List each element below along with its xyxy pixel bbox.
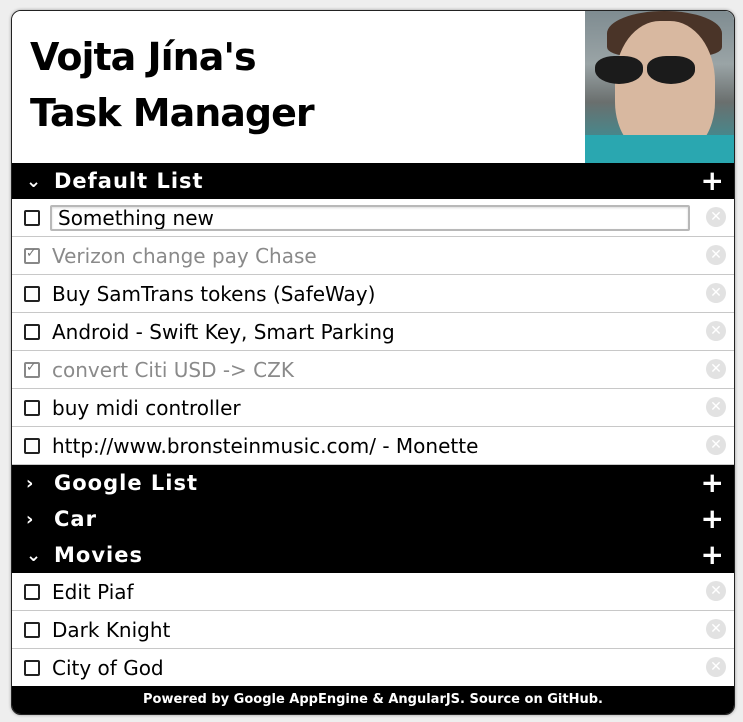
title-line-1: Vojta Jína's <box>30 35 257 79</box>
task-label[interactable]: Buy SamTrans tokens (SafeWay) <box>52 282 375 306</box>
title-line-2: Task Manager <box>30 91 315 135</box>
add-task-icon[interactable]: + <box>701 467 724 499</box>
task-row: Buy SamTrans tokens (SafeWay) ✕ <box>12 275 734 313</box>
delete-task-icon[interactable]: ✕ <box>706 245 726 265</box>
task-checkbox[interactable] <box>24 621 40 638</box>
chevron-down-icon[interactable]: ⌄ <box>26 545 44 566</box>
task-row: convert Citi USD -> CZK ✕ <box>12 351 734 389</box>
list-header[interactable]: › Google List + <box>12 465 734 501</box>
profile-photo <box>585 11 734 163</box>
list-name[interactable]: Google List <box>54 471 198 495</box>
list-name[interactable]: Movies <box>54 543 143 567</box>
task-row: Dark Knight ✕ <box>12 611 734 649</box>
task-row: Android - Swift Key, Smart Parking ✕ <box>12 313 734 351</box>
list-header[interactable]: ⌄ Movies + <box>12 537 734 573</box>
task-checkbox[interactable] <box>24 323 40 340</box>
task-label[interactable]: Verizon change pay Chase <box>52 244 317 268</box>
delete-task-icon[interactable]: ✕ <box>706 359 726 379</box>
task-label[interactable]: Dark Knight <box>52 618 170 642</box>
chevron-right-icon[interactable]: › <box>26 509 44 530</box>
task-row: buy midi controller ✕ <box>12 389 734 427</box>
lists-container: ⌄ Default List + ✕ Verizon change pay Chase ✕… <box>12 163 734 686</box>
delete-task-icon[interactable]: ✕ <box>706 619 726 639</box>
list-name[interactable]: Car <box>54 507 97 531</box>
task-checkbox[interactable] <box>24 246 40 264</box>
task-edit-input[interactable] <box>50 204 690 231</box>
add-task-icon[interactable]: + <box>701 539 724 571</box>
task-label[interactable]: convert Citi USD -> CZK <box>52 358 294 382</box>
delete-task-icon[interactable]: ✕ <box>706 435 726 455</box>
task-row: Verizon change pay Chase ✕ <box>12 237 734 275</box>
chevron-down-icon[interactable]: ⌄ <box>26 171 44 192</box>
delete-task-icon[interactable]: ✕ <box>706 321 726 341</box>
task-checkbox[interactable] <box>24 659 40 676</box>
delete-task-icon[interactable]: ✕ <box>706 207 726 227</box>
task-label[interactable]: City of God <box>52 656 164 680</box>
footer: Powered by Google AppEngine & AngularJS.… <box>12 686 734 714</box>
task-checkbox[interactable] <box>24 360 40 378</box>
task-manager-app: Vojta Jína's Task Manager ⌄ Default List +… <box>11 10 735 715</box>
header: Vojta Jína's Task Manager <box>12 11 734 163</box>
task-checkbox[interactable] <box>24 583 40 600</box>
task-label[interactable]: buy midi controller <box>52 396 241 420</box>
add-task-icon[interactable]: + <box>701 165 724 197</box>
task-label[interactable]: http://www.bronsteinmusic.com/ - Monette <box>52 434 478 458</box>
task-checkbox[interactable] <box>24 399 40 416</box>
task-row: http://www.bronsteinmusic.com/ - Monette… <box>12 427 734 465</box>
task-label[interactable]: Android - Swift Key, Smart Parking <box>52 320 395 344</box>
delete-task-icon[interactable]: ✕ <box>706 397 726 417</box>
page-title: Vojta Jína's Task Manager <box>30 29 315 141</box>
list-header[interactable]: › Car + <box>12 501 734 537</box>
delete-task-icon[interactable]: ✕ <box>706 657 726 677</box>
add-task-icon[interactable]: + <box>701 503 724 535</box>
list-name[interactable]: Default List <box>54 169 204 193</box>
task-label[interactable]: Edit Piaf <box>52 580 134 604</box>
chevron-right-icon[interactable]: › <box>26 473 44 494</box>
task-row: Edit Piaf ✕ <box>12 573 734 611</box>
delete-task-icon[interactable]: ✕ <box>706 283 726 303</box>
list-header[interactable]: ⌄ Default List + <box>12 163 734 199</box>
task-checkbox[interactable] <box>24 437 40 454</box>
task-checkbox[interactable] <box>24 209 40 226</box>
task-checkbox[interactable] <box>24 285 40 302</box>
task-row: City of God ✕ <box>12 649 734 686</box>
delete-task-icon[interactable]: ✕ <box>706 581 726 601</box>
task-row: ✕ <box>12 199 734 237</box>
